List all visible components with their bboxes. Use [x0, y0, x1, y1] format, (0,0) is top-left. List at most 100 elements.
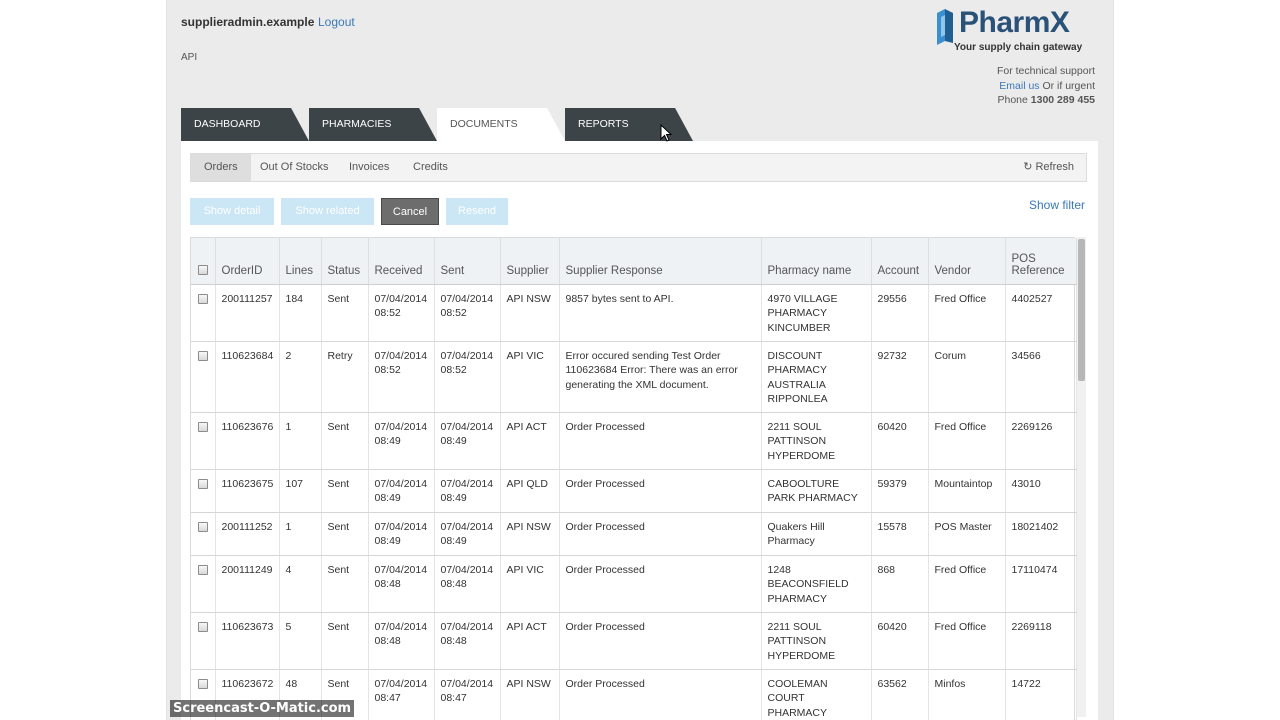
- tab-pharmacies[interactable]: PHARMACIES: [309, 108, 437, 141]
- lines-cell: 4: [279, 555, 322, 613]
- order-id-cell: 110623676: [215, 412, 280, 470]
- table-scrollbar[interactable]: [1077, 237, 1086, 717]
- vendor-cell: Minfos: [928, 669, 1006, 720]
- logout-link[interactable]: Logout: [318, 15, 355, 29]
- support-info: For technical support Email us Or if urg…: [997, 64, 1095, 108]
- tab-documents[interactable]: DOCUMENTS: [437, 108, 565, 141]
- sent-cell: 07/04/2014 08:49: [434, 512, 501, 556]
- received-cell: 07/04/2014 08:52: [368, 284, 435, 342]
- row-checkbox[interactable]: [197, 293, 208, 304]
- column-header[interactable]: Lines: [279, 238, 322, 285]
- show-detail-button[interactable]: Show detail: [190, 198, 274, 225]
- resend-button[interactable]: Resend: [446, 198, 508, 225]
- document-type-nav: Orders Out Of Stocks Invoices Credits ↻ …: [190, 153, 1087, 182]
- email-us-link[interactable]: Email us: [999, 80, 1039, 92]
- table-row[interactable]: 200111252 1 Sent 07/04/2014 08:49 07/04/2014…: [191, 512, 1077, 556]
- supplier-response-cell: Order Processed: [559, 555, 762, 613]
- received-cell: 07/04/2014 08:49: [368, 412, 435, 470]
- column-header[interactable]: Sent: [434, 238, 501, 285]
- pharmx-logo-icon: [937, 9, 953, 45]
- account-cell: 868: [871, 555, 929, 613]
- supplier-cell: API VIC: [500, 555, 560, 613]
- show-filter-link[interactable]: Show filter: [1029, 198, 1085, 212]
- row-checkbox[interactable]: [197, 564, 208, 575]
- pharmx-logo[interactable]: PharmX Your supply chain gateway: [933, 5, 1098, 55]
- vendor-cell: POS Master: [928, 512, 1006, 556]
- vendor-cell: Fred Office: [928, 412, 1006, 470]
- vendor-cell: Fred Office: [928, 284, 1006, 342]
- column-header[interactable]: Supplier Response: [559, 238, 762, 285]
- account-cell: 60420: [871, 612, 929, 670]
- supplier-cell: API ACT: [500, 612, 560, 670]
- documents-panel: Orders Out Of Stocks Invoices Credits ↻ …: [181, 141, 1098, 720]
- row-select-cell[interactable]: [191, 612, 216, 670]
- status-cell: Sent: [321, 612, 369, 670]
- scrollbar-thumb[interactable]: [1078, 239, 1085, 381]
- show-related-button[interactable]: Show related: [281, 198, 374, 225]
- sent-cell: 07/04/2014 08:48: [434, 555, 501, 613]
- table-row[interactable]: 110623675 107 Sent 07/04/2014 08:49 07/04/20…: [191, 469, 1077, 513]
- subnav-orders[interactable]: Orders: [191, 154, 251, 181]
- status-cell: Sent: [321, 412, 369, 470]
- sent-cell: 07/04/2014 08:52: [434, 341, 501, 413]
- tab-reports[interactable]: REPORTS: [565, 108, 693, 141]
- pos-reference-cell: 14722: [1005, 669, 1077, 720]
- row-checkbox[interactable]: [197, 678, 208, 689]
- refresh-button[interactable]: ↻ Refresh: [1023, 154, 1074, 181]
- status-cell: Sent: [321, 284, 369, 342]
- row-select-cell[interactable]: [191, 412, 216, 470]
- select-all-checkbox[interactable]: [197, 265, 208, 276]
- select-all-cell[interactable]: [191, 238, 216, 285]
- row-select-cell[interactable]: [191, 469, 216, 513]
- pos-reference-cell: 17110474: [1005, 555, 1077, 613]
- sent-cell: 07/04/2014 08:49: [434, 412, 501, 470]
- row-checkbox[interactable]: [197, 350, 208, 361]
- table-row[interactable]: 110623676 1 Sent 07/04/2014 08:49 07/04/2014…: [191, 412, 1077, 470]
- column-header[interactable]: Pharmacy name: [761, 238, 872, 285]
- status-cell: Sent: [321, 512, 369, 556]
- status-cell: Sent: [321, 469, 369, 513]
- sent-cell: 07/04/2014 08:52: [434, 284, 501, 342]
- table-row[interactable]: 110623684 2 Retry 07/04/2014 08:52 07/04/201…: [191, 341, 1077, 413]
- row-checkbox[interactable]: [197, 478, 208, 489]
- table-row[interactable]: 200111257 184 Sent 07/04/2014 08:52 07/04/20…: [191, 284, 1077, 342]
- right-margin: [1113, 0, 1280, 720]
- pharmacy-name-cell: COOLEMAN COURT PHARMACY: [761, 669, 872, 720]
- received-cell: 07/04/2014 08:48: [368, 555, 435, 613]
- cancel-button[interactable]: Cancel: [381, 198, 439, 225]
- column-header[interactable]: POS Reference: [1005, 238, 1077, 285]
- pos-reference-cell: 18021402: [1005, 512, 1077, 556]
- column-header[interactable]: Vendor: [928, 238, 1006, 285]
- column-header[interactable]: OrderID: [215, 238, 280, 285]
- tab-dashboard[interactable]: DASHBOARD: [181, 108, 309, 141]
- lines-cell: 107: [279, 469, 322, 513]
- row-checkbox[interactable]: [197, 621, 208, 632]
- subnav-out-of-stocks[interactable]: Out Of Stocks: [260, 154, 328, 181]
- column-header[interactable]: Status: [321, 238, 369, 285]
- table-row[interactable]: 200111249 4 Sent 07/04/2014 08:48 07/04/2014…: [191, 555, 1077, 613]
- column-header[interactable]: Supplier: [500, 238, 560, 285]
- table-row[interactable]: 110623673 5 Sent 07/04/2014 08:48 07/04/2014…: [191, 612, 1077, 670]
- pos-reference-cell: 4402527: [1005, 284, 1077, 342]
- lines-cell: 2: [279, 341, 322, 413]
- row-select-cell[interactable]: [191, 512, 216, 556]
- account-cell: 15578: [871, 512, 929, 556]
- column-header[interactable]: Account: [871, 238, 929, 285]
- column-header[interactable]: Received: [368, 238, 435, 285]
- username-label: supplieradmin.example: [181, 15, 315, 29]
- row-checkbox[interactable]: [197, 421, 208, 432]
- row-checkbox[interactable]: [197, 521, 208, 532]
- phone-number: 1300 289 455: [1030, 94, 1095, 106]
- subnav-invoices[interactable]: Invoices: [349, 154, 389, 181]
- phone-prefix: Phone: [997, 94, 1031, 106]
- status-cell: Retry: [321, 341, 369, 413]
- subnav-credits[interactable]: Credits: [413, 154, 448, 181]
- row-select-cell[interactable]: [191, 341, 216, 413]
- row-select-cell[interactable]: [191, 555, 216, 613]
- supplier-cell: API ACT: [500, 412, 560, 470]
- order-id-cell: 110623673: [215, 612, 280, 670]
- supplier-response-cell: Order Processed: [559, 669, 762, 720]
- order-id-cell: 200111249: [215, 555, 280, 613]
- left-margin: [0, 0, 167, 720]
- row-select-cell[interactable]: [191, 284, 216, 342]
